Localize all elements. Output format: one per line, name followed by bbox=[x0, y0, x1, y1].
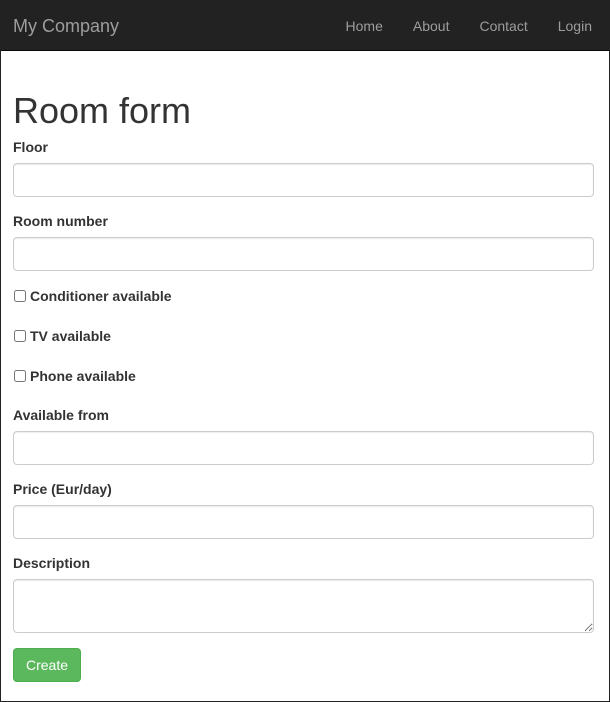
nav-link-login[interactable]: Login bbox=[543, 1, 607, 51]
conditioner-label: Conditioner available bbox=[30, 288, 172, 304]
price-group: Price (Eur/day) bbox=[13, 480, 594, 539]
room-number-label: Room number bbox=[13, 213, 108, 229]
price-input[interactable] bbox=[13, 505, 594, 539]
create-button[interactable]: Create bbox=[13, 648, 82, 682]
room-number-group: Room number bbox=[13, 212, 594, 271]
nav-link-about[interactable]: About bbox=[398, 1, 465, 51]
nav-links: Home About Contact Login bbox=[331, 1, 609, 51]
floor-input[interactable] bbox=[13, 163, 594, 197]
phone-label: Phone available bbox=[30, 368, 136, 384]
room-number-input[interactable] bbox=[13, 237, 594, 271]
conditioner-checkbox[interactable] bbox=[14, 290, 26, 302]
tv-label: TV available bbox=[30, 328, 111, 344]
description-label: Description bbox=[13, 555, 91, 571]
nav-link-contact[interactable]: Contact bbox=[464, 1, 542, 51]
floor-label: Floor bbox=[13, 139, 48, 155]
phone-checkbox-row: Phone available bbox=[13, 366, 594, 386]
nav-link-home[interactable]: Home bbox=[331, 1, 398, 51]
main-container: Room form Floor Room number Conditioner … bbox=[1, 91, 609, 682]
available-from-input[interactable] bbox=[13, 431, 594, 465]
available-from-label: Available from bbox=[13, 407, 109, 423]
price-label: Price (Eur/day) bbox=[13, 481, 112, 497]
page-title: Room form bbox=[13, 90, 192, 131]
description-textarea[interactable] bbox=[13, 579, 594, 633]
tv-checkbox[interactable] bbox=[14, 330, 26, 342]
navbar: My Company Home About Contact Login bbox=[1, 1, 609, 51]
room-form: Floor Room number Conditioner available … bbox=[13, 138, 594, 682]
phone-checkbox[interactable] bbox=[14, 370, 26, 382]
tv-checkbox-row: TV available bbox=[13, 326, 594, 346]
floor-group: Floor bbox=[13, 138, 594, 197]
brand-link[interactable]: My Company bbox=[13, 1, 119, 51]
conditioner-checkbox-row: Conditioner available bbox=[13, 286, 594, 306]
description-group: Description bbox=[13, 554, 594, 633]
available-from-group: Available from bbox=[13, 406, 594, 465]
